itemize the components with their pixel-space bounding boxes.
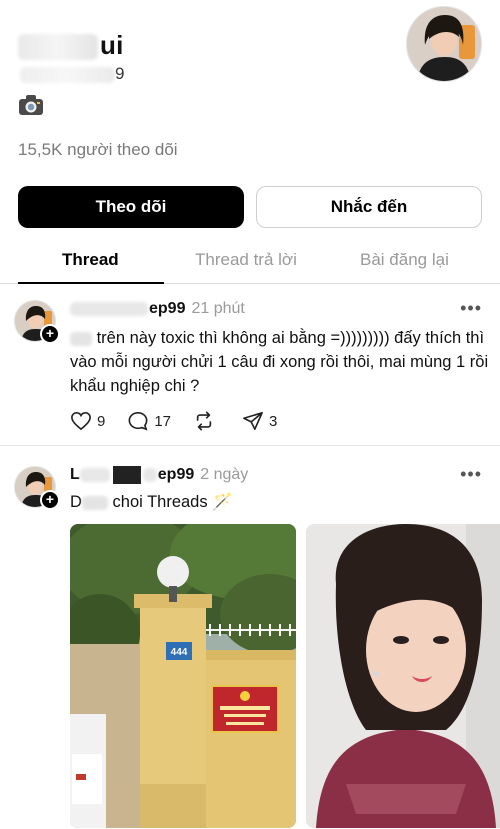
- house-number: 444: [171, 647, 188, 658]
- tab-thread-replies[interactable]: Thread trả lời: [195, 250, 297, 270]
- post-actions: 9 17 3: [70, 408, 299, 434]
- follow-plus-icon[interactable]: +: [40, 490, 60, 510]
- post-time: 2 ngày: [200, 466, 249, 484]
- followers-count[interactable]: 15,5K người theo dõi: [18, 140, 178, 160]
- tab-reposts[interactable]: Bài đăng lại: [360, 250, 449, 270]
- post-photo-portrait[interactable]: [306, 524, 500, 828]
- profile-handle: 9: [20, 64, 124, 84]
- send-icon: [243, 412, 263, 430]
- more-options-icon[interactable]: •••: [460, 464, 482, 485]
- repost-button[interactable]: [193, 411, 220, 431]
- heart-icon: [71, 411, 91, 431]
- like-count: 9: [97, 412, 106, 430]
- profile-name: ui: [18, 30, 124, 61]
- camera-icon: [18, 94, 44, 116]
- comment-count: 17: [154, 412, 172, 430]
- mention-button[interactable]: Nhắc đến: [256, 186, 482, 228]
- post-username[interactable]: Lep99: [70, 466, 194, 484]
- tab-thread[interactable]: Thread: [62, 250, 119, 270]
- like-button[interactable]: 9: [70, 411, 105, 431]
- post-text: trên này toxic thì không ai bằng =))))))…: [70, 329, 489, 395]
- post-meta: ep99 21 phút: [70, 300, 245, 318]
- repost-icon: [196, 411, 212, 431]
- tab-active-indicator: [18, 282, 164, 284]
- profile-avatar[interactable]: [406, 6, 482, 82]
- share-button[interactable]: 3: [242, 411, 277, 431]
- post-time: 21 phút: [191, 300, 245, 317]
- profile-header: ui 9 15,5K người theo dõi: [0, 0, 500, 180]
- post-username[interactable]: ep99: [70, 300, 185, 317]
- follow-button[interactable]: Theo dõi: [18, 186, 244, 228]
- comment-button[interactable]: 17: [127, 411, 171, 431]
- post-meta: Lep99 2 ngày: [70, 466, 248, 484]
- post-photo-building[interactable]: 444: [70, 524, 296, 828]
- share-count: 3: [269, 412, 278, 430]
- follow-plus-icon[interactable]: +: [40, 324, 60, 344]
- profile-tabs: Thread Thread trả lời Bài đăng lại: [0, 240, 500, 284]
- thread-post[interactable]: + ep99 21 phút ••• trên này toxic thì khô…: [0, 286, 500, 446]
- comment-icon: [128, 411, 148, 431]
- more-options-icon[interactable]: •••: [460, 298, 482, 319]
- post-text: D choi Threads 🪄: [70, 493, 233, 511]
